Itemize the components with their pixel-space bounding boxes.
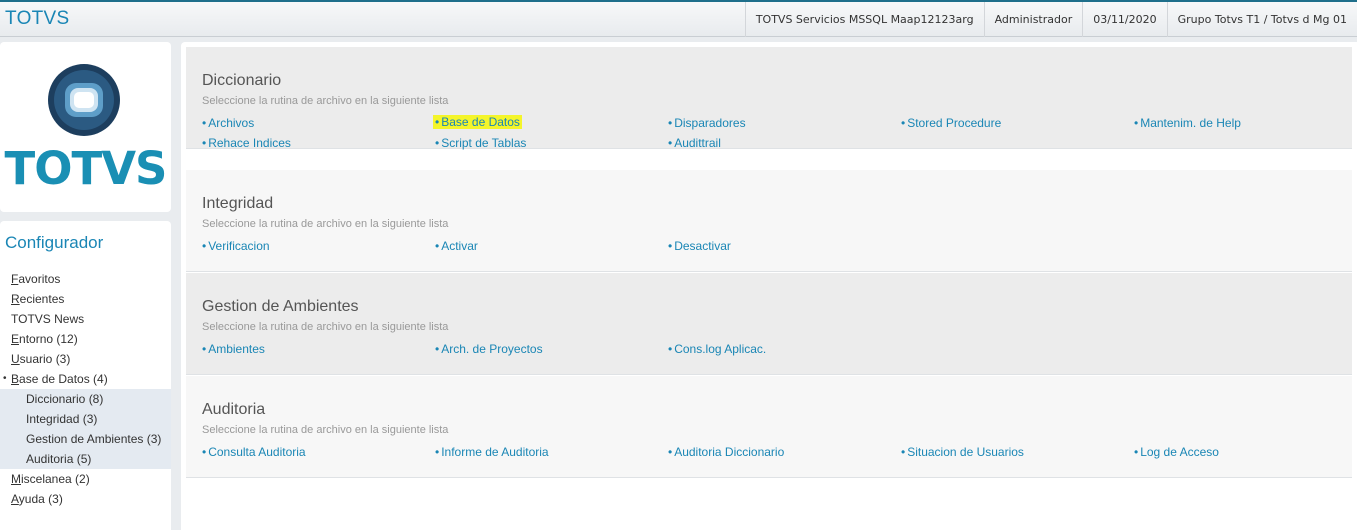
link-activar[interactable]: • Activar bbox=[435, 239, 478, 253]
link-log-de-acceso[interactable]: • Log de Acceso bbox=[1134, 445, 1219, 459]
section-subtitle: Seleccione la rutina de archivo en la si… bbox=[202, 424, 449, 436]
sidebar-item-ayuda[interactable]: Ayuda (3) bbox=[0, 489, 171, 509]
main-panel: Diccionario Seleccione la rutina de arch… bbox=[181, 42, 1357, 530]
sidebar-subitem-integridad[interactable]: Integridad (3) bbox=[0, 409, 171, 429]
link-stored-procedure[interactable]: • Stored Procedure bbox=[901, 116, 1001, 130]
link-situacion-de-usuarios[interactable]: • Situacion de Usuarios bbox=[901, 445, 1024, 459]
link-rehace-indices[interactable]: • Rehace Indices bbox=[202, 136, 291, 150]
link-auditoria-diccionario[interactable]: • Auditoria Diccionario bbox=[668, 445, 784, 459]
header-info: TOTVS Servicios MSSQL Maap12123arg Admin… bbox=[744, 2, 1357, 37]
company-group[interactable]: Grupo Totvs T1 / Totvs d Mg 01 bbox=[1166, 2, 1357, 37]
section-title: Diccionario bbox=[202, 72, 282, 89]
app-brand[interactable]: TOTVS bbox=[5, 8, 70, 30]
sidebar-menu: Favoritos Recientes TOTVS News Entorno (… bbox=[0, 269, 171, 509]
section-title: Auditoria bbox=[202, 401, 266, 418]
sidebar-item-miscelanea[interactable]: Miscelanea (2) bbox=[0, 469, 171, 489]
section-title: Gestion de Ambientes bbox=[202, 298, 359, 315]
logo-panel: TOTVS bbox=[0, 42, 171, 212]
sidebar-subitem-gestion-de-ambientes[interactable]: Gestion de Ambientes (3) bbox=[0, 429, 171, 449]
user-name[interactable]: Administrador bbox=[983, 2, 1083, 37]
link-base-de-datos[interactable]: • Base de Datos bbox=[433, 115, 522, 129]
link-mantenim-de-help[interactable]: • Mantenim. de Help bbox=[1134, 116, 1241, 130]
link-desactivar[interactable]: • Desactivar bbox=[668, 239, 731, 253]
section-title: Integridad bbox=[202, 195, 274, 212]
sidebar-item-usuario[interactable]: Usuario (3) bbox=[0, 349, 171, 369]
link-cons-log-aplicac[interactable]: • Cons.log Aplicac. bbox=[668, 342, 766, 356]
section-integridad: Integridad Seleccione la rutina de archi… bbox=[186, 170, 1352, 272]
section-subtitle: Seleccione la rutina de archivo en la si… bbox=[202, 218, 449, 230]
sidebar-item-base-de-datos[interactable]: • Base de Datos (4) bbox=[0, 369, 171, 389]
sidebar-item-favoritos[interactable]: Favoritos bbox=[0, 269, 171, 289]
link-consulta-auditoria[interactable]: • Consulta Auditoria bbox=[202, 445, 306, 459]
server-name: TOTVS Servicios MSSQL Maap12123arg bbox=[744, 2, 984, 37]
expanded-bullet-icon: • bbox=[3, 373, 7, 384]
link-ambientes[interactable]: • Ambientes bbox=[202, 342, 265, 356]
sidebar: Configurador Favoritos Recientes TOTVS N… bbox=[0, 221, 171, 530]
sidebar-subitem-auditoria[interactable]: Auditoria (5) bbox=[0, 449, 171, 469]
sidebar-item-entorno[interactable]: Entorno (12) bbox=[0, 329, 171, 349]
section-auditoria: Auditoria Seleccione la rutina de archiv… bbox=[186, 376, 1352, 478]
section-gestion-de-ambientes: Gestion de Ambientes Seleccione la rutin… bbox=[186, 273, 1352, 375]
session-date: 03/11/2020 bbox=[1082, 2, 1166, 37]
link-audittrail[interactable]: • Audittrail bbox=[668, 136, 721, 150]
link-informe-de-auditoria[interactable]: • Informe de Auditoria bbox=[435, 445, 549, 459]
section-diccionario: Diccionario Seleccione la rutina de arch… bbox=[186, 47, 1352, 150]
sidebar-title: Configurador bbox=[5, 233, 104, 252]
logo-text: TOTVS bbox=[4, 142, 168, 195]
totvs-logo-icon bbox=[48, 64, 120, 136]
sidebar-subitem-diccionario[interactable]: Diccionario (8) bbox=[0, 389, 171, 409]
sidebar-item-recientes[interactable]: Recientes bbox=[0, 289, 171, 309]
link-verificacion[interactable]: • Verificacion bbox=[202, 239, 270, 253]
top-bar: TOTVS TOTVS Servicios MSSQL Maap12123arg… bbox=[0, 0, 1357, 37]
section-subtitle: Seleccione la rutina de archivo en la si… bbox=[202, 321, 449, 333]
link-disparadores[interactable]: • Disparadores bbox=[668, 116, 746, 130]
sidebar-item-totvs-news[interactable]: TOTVS News bbox=[0, 309, 171, 329]
link-archivos[interactable]: • Archivos bbox=[202, 116, 254, 130]
section-subtitle: Seleccione la rutina de archivo en la si… bbox=[202, 95, 449, 107]
link-script-de-tablas[interactable]: • Script de Tablas bbox=[435, 136, 526, 150]
link-arch-de-proyectos[interactable]: • Arch. de Proyectos bbox=[435, 342, 543, 356]
